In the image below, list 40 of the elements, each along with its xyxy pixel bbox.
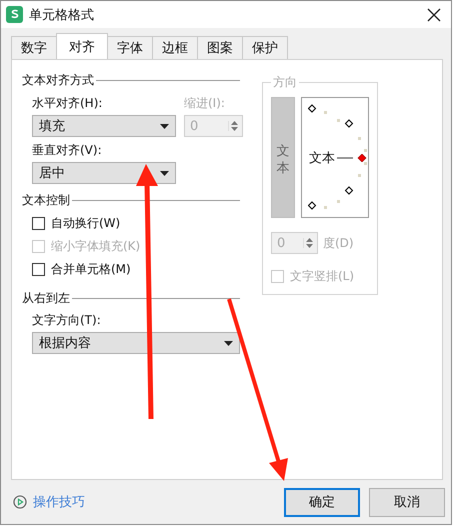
spreadsheet-logo-icon bbox=[6, 6, 23, 23]
window-title: 单元格格式 bbox=[29, 6, 95, 24]
checkbox-label: 合并单元格(M) bbox=[51, 261, 131, 278]
dropdown-arrow-icon bbox=[160, 124, 169, 128]
degrees-label: 度(D) bbox=[323, 234, 354, 252]
vertical-align-dropdown[interactable]: 居中 bbox=[32, 162, 176, 184]
checkbox[interactable] bbox=[32, 263, 45, 276]
checkbox[interactable] bbox=[32, 217, 45, 230]
checkbox-label: 缩小字体填充(K) bbox=[51, 238, 140, 255]
tab[interactable]: 保护 bbox=[242, 36, 288, 59]
tab[interactable]: 数字 bbox=[11, 36, 57, 59]
checkbox-label: 文字竖排(L) bbox=[290, 268, 354, 285]
horizontal-align-dropdown[interactable]: 填充 bbox=[32, 115, 176, 137]
spin-up-icon bbox=[231, 121, 238, 125]
vertical-text-button[interactable]: 文本 bbox=[271, 97, 295, 218]
orientation-dial[interactable]: 文本 bbox=[300, 97, 369, 218]
field-label: 缩进(I): bbox=[184, 95, 226, 112]
angle-pointer-drawing bbox=[336, 154, 367, 162]
dial-text: 文本 bbox=[308, 150, 335, 167]
dropdown-arrow-icon bbox=[224, 340, 233, 346]
section-title: 从右到左 bbox=[22, 290, 70, 307]
dialog-button[interactable]: 取消 bbox=[369, 488, 445, 516]
play-circle-icon bbox=[13, 495, 27, 509]
tips-link[interactable]: 操作技巧 bbox=[13, 493, 85, 511]
angle-marks-drawing bbox=[308, 104, 368, 152]
spin-up-icon bbox=[306, 238, 313, 242]
section-title: 文本控制 bbox=[22, 192, 70, 209]
text-direction-dropdown[interactable]: 根据内容 bbox=[32, 332, 240, 354]
field-label: 垂直对齐(V): bbox=[32, 142, 103, 159]
dropdown-arrow-icon bbox=[160, 170, 169, 176]
close-icon[interactable] bbox=[427, 8, 441, 22]
tab[interactable]: 对齐 bbox=[56, 33, 108, 59]
spin-down-icon bbox=[306, 244, 313, 248]
field-label: 水平对齐(H): bbox=[32, 95, 104, 112]
field-label: 文字方向(T): bbox=[32, 312, 102, 329]
spin-down-icon bbox=[231, 127, 238, 131]
angle-marks-drawing bbox=[308, 162, 368, 210]
dialog-button[interactable]: 确定 bbox=[284, 488, 360, 516]
checkbox-label: 自动换行(W) bbox=[51, 215, 120, 232]
section-title: 文本对齐方式 bbox=[22, 72, 94, 89]
